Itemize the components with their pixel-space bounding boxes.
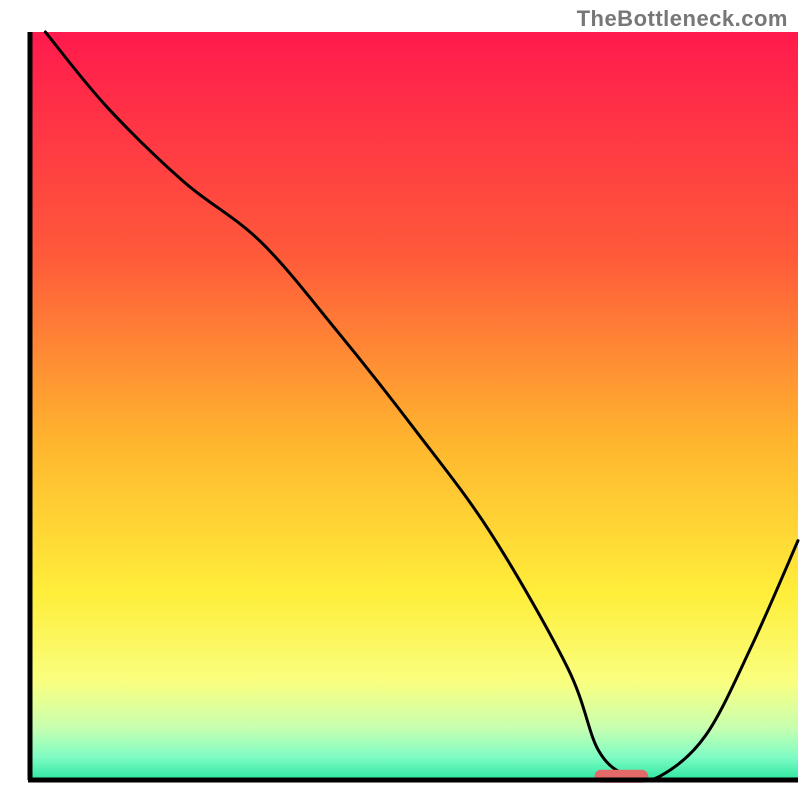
bottleneck-chart <box>0 0 800 800</box>
watermark-text: TheBottleneck.com <box>577 6 788 32</box>
